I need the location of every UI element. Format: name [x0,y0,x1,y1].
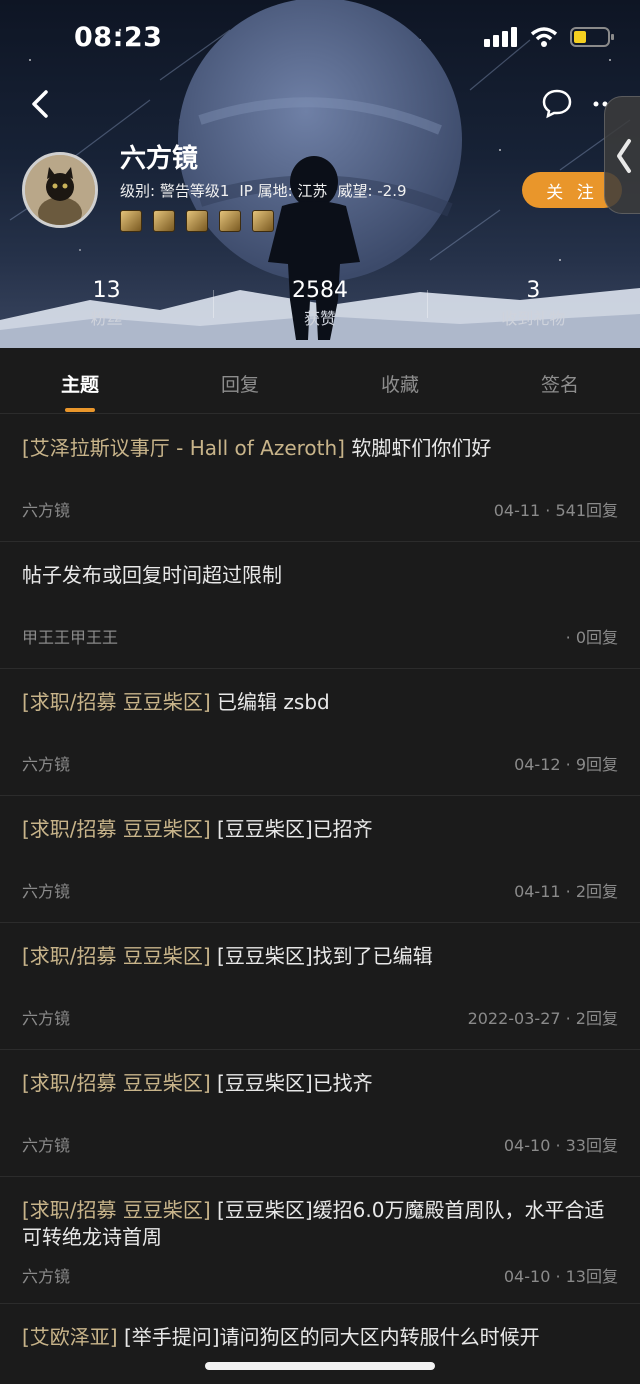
stats-row: 13 粉丝 2584 获赞 3 收到礼物 [0,278,640,338]
list-item[interactable]: [艾欧泽亚] [举手提问]请问狗区的同大区内转服什么时候开 [0,1304,640,1384]
stat-value: 13 [92,278,121,303]
post-list: [艾泽拉斯议事厅 - Hall of Azeroth] 软脚虾们你们好 六方镜 … [0,415,640,1384]
post-title: [求职/招募 豆豆柴区] [豆豆柴区]找到了已编辑 [22,943,618,970]
post-tag: [艾泽拉斯议事厅 - Hall of Azeroth] [22,436,345,460]
stat-label: 获赞 [303,309,336,328]
post-title: [求职/招募 豆豆柴区] [豆豆柴区]已招齐 [22,816,618,843]
post-footer: 六方镜 2022-03-27 · 2回复 [22,1005,618,1029]
list-item[interactable]: [求职/招募 豆豆柴区] [豆豆柴区]缓招6.0万魔殿首周队，水平合适可转绝龙诗… [0,1177,640,1304]
signal-icon [484,27,517,47]
ip-location-label: IP 属地: 江苏 [239,182,328,200]
stat-gifts[interactable]: 3 收到礼物 [426,278,640,338]
tab-topics[interactable]: 主题 [0,348,160,413]
post-tag: [求职/招募 豆豆柴区] [22,690,211,714]
stat-label: 粉丝 [90,309,123,328]
list-item[interactable]: [艾泽拉斯议事厅 - Hall of Azeroth] 软脚虾们你们好 六方镜 … [0,415,640,542]
post-tag: [求职/招募 豆豆柴区] [22,1198,211,1222]
username: 六方镜 [120,144,199,174]
post-author: 六方镜 [22,1136,71,1155]
list-item[interactable]: [求职/招募 豆豆柴区] [豆豆柴区]已找齐 六方镜 04-10 · 33回复 [0,1050,640,1177]
list-item[interactable]: [求职/招募 豆豆柴区] [豆豆柴区]已招齐 六方镜 04-11 · 2回复 [0,796,640,923]
post-author: 六方镜 [22,1009,71,1028]
side-panel-handle[interactable] [604,96,640,214]
chevron-left-icon [617,139,631,173]
badge-icon[interactable] [120,210,142,232]
post-title-text: 帖子发布或回复时间超过限制 [22,563,282,587]
post-tag: [艾欧泽亚] [22,1325,118,1349]
post-footer: 六方镜 04-12 · 9回复 [22,751,618,775]
post-tag: [求职/招募 豆豆柴区] [22,944,211,968]
top-nav [0,82,640,126]
tab-favorites[interactable]: 收藏 [320,348,480,413]
status-bar: 08:23 [0,0,640,76]
avatar[interactable] [22,152,98,228]
post-meta: · 0回复 [565,628,618,647]
chat-bubble-icon[interactable] [540,86,574,120]
post-author: 六方镜 [22,755,71,774]
status-icons [484,26,614,48]
post-footer: 六方镜 04-10 · 33回复 [22,1132,618,1156]
post-footer: 六方镜 04-10 · 13回复 [22,1263,618,1287]
badge-row [120,210,274,232]
post-tag: [求职/招募 豆豆柴区] [22,817,211,841]
tab-signature[interactable]: 签名 [480,348,640,413]
profile-header: 08:23 六方镜 级别: 警告等级1 IP 属地: 江苏 威望: -2.9 关… [0,0,640,348]
post-title: 帖子发布或回复时间超过限制 [22,562,618,589]
badge-icon[interactable] [219,210,241,232]
wifi-icon [530,27,558,47]
post-title-text: 软脚虾们你们好 [344,436,492,460]
post-title: [求职/招募 豆豆柴区] 已编辑 zsbd [22,689,618,716]
level-label: 级别: 警告等级1 [120,182,230,200]
badge-icon[interactable] [252,210,274,232]
post-author: 六方镜 [22,1267,71,1286]
post-meta: 04-11 · 2回复 [514,882,618,901]
battery-icon [570,27,614,47]
post-title-text: [举手提问]请问狗区的同大区内转服什么时候开 [117,1325,540,1349]
post-author: 甲王王甲王王 [22,628,119,647]
stat-value: 2584 [291,278,348,303]
post-author: 六方镜 [22,501,71,520]
post-title: [艾欧泽亚] [举手提问]请问狗区的同大区内转服什么时候开 [22,1324,618,1351]
list-item[interactable]: [求职/招募 豆豆柴区] [豆豆柴区]找到了已编辑 六方镜 2022-03-27… [0,923,640,1050]
post-footer: 甲王王甲王王 · 0回复 [22,624,618,648]
avatar-cat-image [25,155,95,225]
post-meta: 04-10 · 33回复 [503,1136,618,1155]
stat-label: 收到礼物 [501,309,566,328]
post-title-text: [豆豆柴区]已招齐 [210,817,373,841]
stat-likes[interactable]: 2584 获赞 [213,278,426,338]
badge-icon[interactable] [186,210,208,232]
list-item[interactable]: 帖子发布或回复时间超过限制 甲王王甲王王 · 0回复 [0,542,640,669]
post-title-text: 已编辑 zsbd [210,690,330,714]
badge-icon[interactable] [153,210,175,232]
post-meta: 04-12 · 9回复 [514,755,618,774]
post-footer: 六方镜 04-11 · 2回复 [22,878,618,902]
post-meta: 04-10 · 13回复 [503,1267,618,1286]
post-title-text: [豆豆柴区]找到了已编辑 [210,944,433,968]
user-meta: 级别: 警告等级1 IP 属地: 江苏 威望: -2.9 [120,180,407,201]
prestige-label: 威望: -2.9 [337,182,407,200]
status-time: 08:23 [74,22,163,53]
post-meta: 2022-03-27 · 2回复 [467,1009,618,1028]
home-indicator[interactable] [205,1362,435,1370]
post-author: 六方镜 [22,882,71,901]
tab-replies[interactable]: 回复 [160,348,320,413]
back-button[interactable] [22,82,58,126]
tab-bar: 主题 回复 收藏 签名 [0,348,640,414]
post-title-text: [豆豆柴区]已找齐 [210,1071,373,1095]
post-meta: 04-11 · 541回复 [493,501,618,520]
post-title: [求职/招募 豆豆柴区] [豆豆柴区]缓招6.0万魔殿首周队，水平合适可转绝龙诗… [22,1197,618,1251]
post-footer: 六方镜 04-11 · 541回复 [22,497,618,521]
post-title: [求职/招募 豆豆柴区] [豆豆柴区]已找齐 [22,1070,618,1097]
post-title: [艾泽拉斯议事厅 - Hall of Azeroth] 软脚虾们你们好 [22,435,618,462]
post-tag: [求职/招募 豆豆柴区] [22,1071,211,1095]
list-item[interactable]: [求职/招募 豆豆柴区] 已编辑 zsbd 六方镜 04-12 · 9回复 [0,669,640,796]
stat-value: 3 [526,278,541,303]
stat-fans[interactable]: 13 粉丝 [0,278,213,338]
